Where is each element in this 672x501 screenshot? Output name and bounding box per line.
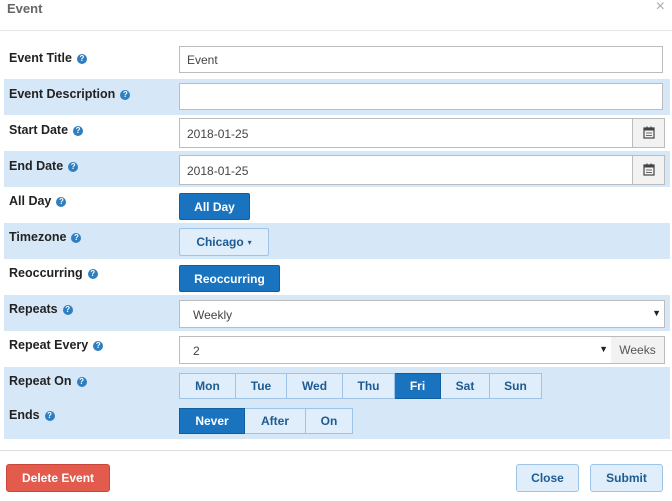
start-date-input[interactable]: 2018-01-25 <box>179 118 665 148</box>
help-icon[interactable]: ? <box>44 411 55 421</box>
timezone-label: Timezone? <box>9 230 82 244</box>
repeats-value: Weekly <box>193 308 233 322</box>
ends-option-after[interactable]: After <box>245 408 306 434</box>
dialog-title: Event <box>7 1 43 16</box>
reoccurring-label-text: Reoccurring <box>9 266 83 280</box>
ends-option-never[interactable]: Never <box>179 408 245 434</box>
event-description-label: Event Description? <box>9 87 131 101</box>
field-row-repeat-on: Repeat On? Mon Tue Wed Thu Fri Sat Sun <box>4 367 670 403</box>
caret-down-icon: ▾ <box>247 237 252 247</box>
field-row-repeats: Repeats? Weekly ▼ <box>4 295 670 331</box>
day-button-thu[interactable]: Thu <box>343 373 395 399</box>
repeat-every-unit: Weeks <box>611 336 665 364</box>
end-date-label-text: End Date <box>9 159 64 173</box>
caret-down-icon: ▼ <box>652 308 661 318</box>
calendar-icon[interactable] <box>632 119 664 147</box>
event-title-label: Event Title? <box>9 51 87 65</box>
help-icon[interactable]: ? <box>120 90 131 100</box>
all-day-label-text: All Day <box>9 194 52 208</box>
timezone-dropdown-button[interactable]: Chicago ▾ <box>179 228 269 256</box>
timezone-label-text: Timezone <box>9 230 67 244</box>
repeats-label-text: Repeats <box>9 302 58 316</box>
start-date-label: Start Date? <box>9 123 84 137</box>
repeats-select[interactable]: Weekly ▼ <box>179 300 665 328</box>
event-description-input[interactable] <box>179 83 663 110</box>
reoccurring-label: Reoccurring? <box>9 266 98 280</box>
help-icon[interactable]: ? <box>56 197 67 207</box>
ends-label-text: Ends <box>9 408 40 422</box>
close-icon[interactable]: × <box>656 0 665 16</box>
end-date-input[interactable]: 2018-01-25 <box>179 155 665 185</box>
help-icon[interactable]: ? <box>76 377 87 387</box>
repeat-on-label-text: Repeat On <box>9 374 72 388</box>
help-icon[interactable]: ? <box>73 126 84 136</box>
event-description-label-text: Event Description <box>9 87 116 101</box>
close-button[interactable]: Close <box>516 464 579 492</box>
all-day-label: All Day? <box>9 194 67 208</box>
ends-option-group: Never After On <box>179 408 353 434</box>
end-date-label: End Date? <box>9 159 79 173</box>
repeat-every-label-text: Repeat Every <box>9 338 89 352</box>
field-row-repeat-every: Repeat Every? 2 ▼ Weeks <box>4 331 670 367</box>
repeats-label: Repeats? <box>9 302 73 316</box>
help-icon[interactable]: ? <box>71 233 82 243</box>
repeat-on-day-group: Mon Tue Wed Thu Fri Sat Sun <box>179 373 542 399</box>
day-button-sun[interactable]: Sun <box>490 373 542 399</box>
all-day-toggle-button[interactable]: All Day <box>179 193 250 220</box>
field-row-timezone: Timezone? Chicago ▾ <box>4 223 670 259</box>
repeat-every-label: Repeat Every? <box>9 338 104 352</box>
event-title-label-text: Event Title <box>9 51 72 65</box>
event-title-input[interactable]: Event <box>179 46 663 73</box>
timezone-value: Chicago <box>196 235 244 249</box>
repeat-every-select[interactable]: 2 ▼ <box>179 336 612 364</box>
help-icon[interactable]: ? <box>68 162 79 172</box>
ends-option-on[interactable]: On <box>306 408 353 434</box>
day-button-mon[interactable]: Mon <box>179 373 236 399</box>
dialog-footer: Delete Event Close Submit <box>0 450 672 501</box>
field-row-ends: Ends? Never After On <box>4 403 670 439</box>
field-row-end-date: End Date? 2018-01-25 <box>4 151 670 187</box>
help-icon[interactable]: ? <box>76 54 87 64</box>
repeat-on-label: Repeat On? <box>9 374 87 388</box>
field-row-reoccurring: Reoccurring? Reoccurring <box>4 259 670 295</box>
day-button-sat[interactable]: Sat <box>441 373 490 399</box>
field-row-all-day: All Day? All Day <box>4 187 670 223</box>
day-button-wed[interactable]: Wed <box>287 373 343 399</box>
field-row-start-date: Start Date? 2018-01-25 <box>4 115 670 151</box>
delete-event-button[interactable]: Delete Event <box>6 464 110 492</box>
help-icon[interactable]: ? <box>87 269 98 279</box>
dialog-header: Event × <box>0 0 672 31</box>
help-icon[interactable]: ? <box>93 341 104 351</box>
ends-label: Ends? <box>9 408 55 422</box>
day-button-tue[interactable]: Tue <box>236 373 287 399</box>
calendar-icon[interactable] <box>632 156 664 184</box>
field-row-event-description: Event Description? <box>4 79 670 115</box>
submit-button[interactable]: Submit <box>590 464 663 492</box>
help-icon[interactable]: ? <box>62 305 73 315</box>
end-date-value: 2018-01-25 <box>187 164 249 178</box>
caret-down-icon: ▼ <box>599 344 608 354</box>
repeat-every-value: 2 <box>193 344 200 358</box>
start-date-value: 2018-01-25 <box>187 127 249 141</box>
field-row-event-title: Event Title? Event <box>4 43 670 79</box>
start-date-label-text: Start Date <box>9 123 69 137</box>
reoccurring-toggle-button[interactable]: Reoccurring <box>179 265 280 292</box>
day-button-fri[interactable]: Fri <box>395 373 441 399</box>
